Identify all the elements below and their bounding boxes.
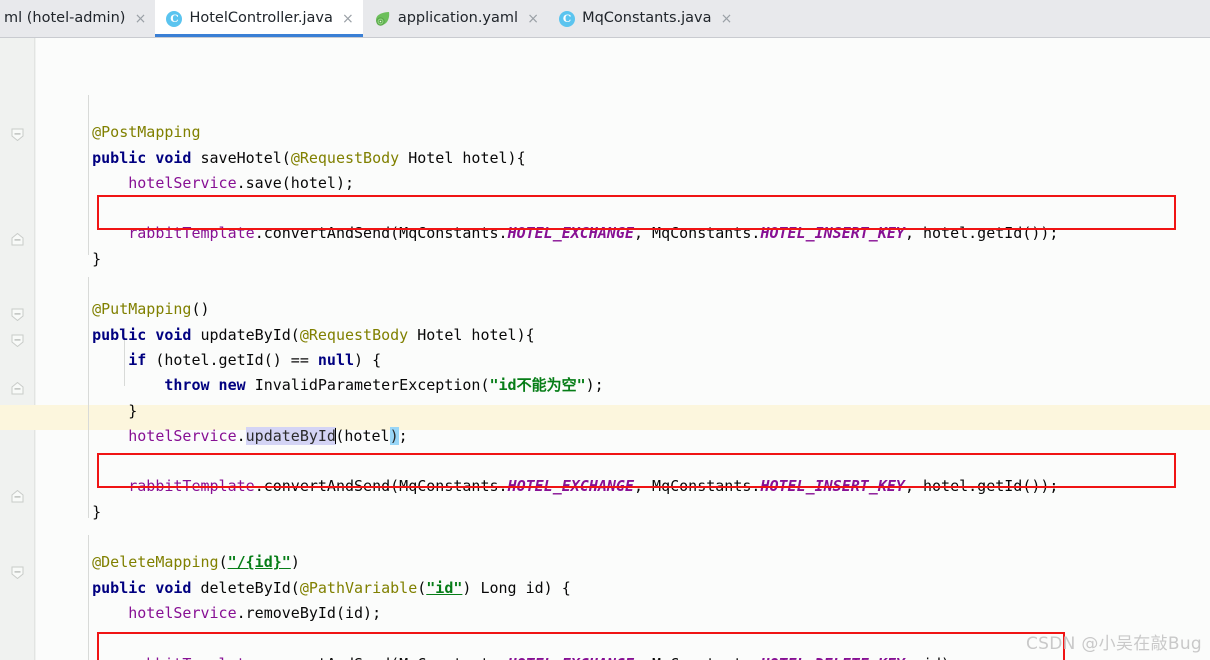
tab-application-yaml[interactable]: application.yaml × bbox=[362, 0, 549, 37]
code-line[interactable]: rabbitTemplate.convertAndSend(MqConstant… bbox=[56, 652, 1058, 660]
close-icon[interactable]: × bbox=[134, 12, 147, 26]
fold-expanded-start-icon[interactable] bbox=[11, 128, 24, 141]
code-line[interactable]: @PostMapping bbox=[56, 120, 1058, 145]
source-code[interactable]: @PostMapping public void saveHotel(@Requ… bbox=[36, 38, 1058, 660]
java-class-icon: C bbox=[166, 10, 183, 27]
code-line[interactable]: @DeleteMapping("/{id}") bbox=[56, 550, 1058, 575]
tab-mqconstants-java[interactable]: C MqConstants.java × bbox=[548, 0, 742, 37]
editor-tab-bar: ml (hotel-admin) × C HotelController.jav… bbox=[0, 0, 1210, 38]
code-line[interactable]: @PutMapping() bbox=[56, 297, 1058, 322]
close-icon[interactable]: × bbox=[342, 12, 354, 26]
tab-label: application.yaml bbox=[397, 10, 519, 27]
tab-label: ml (hotel-admin) bbox=[4, 10, 126, 27]
code-editor[interactable]: @PostMapping public void saveHotel(@Requ… bbox=[0, 38, 1210, 660]
code-line[interactable]: } bbox=[56, 247, 1058, 272]
code-line[interactable]: public void deleteById(@PathVariable("id… bbox=[56, 576, 1058, 601]
gutter-divider bbox=[34, 38, 35, 660]
code-line[interactable]: hotelService.removeById(id); bbox=[56, 601, 1058, 626]
code-line[interactable] bbox=[56, 272, 1058, 297]
fold-expanded-start-icon[interactable] bbox=[11, 308, 24, 321]
code-canvas[interactable]: @PostMapping public void saveHotel(@Requ… bbox=[0, 38, 1210, 660]
code-line[interactable]: rabbitTemplate.convertAndSend(MqConstant… bbox=[56, 474, 1058, 499]
code-line[interactable] bbox=[56, 626, 1058, 651]
close-icon[interactable]: × bbox=[721, 12, 733, 26]
code-line[interactable] bbox=[56, 196, 1058, 221]
java-class-icon: C bbox=[559, 10, 576, 27]
code-line[interactable]: public void updateById(@RequestBody Hote… bbox=[56, 323, 1058, 348]
code-line[interactable]: if (hotel.getId() == null) { bbox=[56, 348, 1058, 373]
tab-hotel-admin-pom[interactable]: ml (hotel-admin) × bbox=[0, 0, 156, 37]
fold-end-icon[interactable] bbox=[11, 490, 24, 503]
code-line[interactable]: rabbitTemplate.convertAndSend(MqConstant… bbox=[56, 221, 1058, 246]
code-line[interactable]: hotelService.save(hotel); bbox=[56, 171, 1058, 196]
editor-gutter[interactable] bbox=[0, 38, 36, 660]
code-line[interactable]: public void saveHotel(@RequestBody Hotel… bbox=[56, 146, 1058, 171]
tab-label: MqConstants.java bbox=[582, 10, 712, 27]
close-icon[interactable]: × bbox=[527, 12, 539, 26]
tab-label: HotelController.java bbox=[189, 10, 333, 27]
fold-expanded-start-icon[interactable] bbox=[11, 334, 24, 347]
code-line[interactable]: throw new InvalidParameterException("id不… bbox=[56, 373, 1058, 398]
code-line[interactable]: } bbox=[56, 500, 1058, 525]
fold-expanded-start-icon[interactable] bbox=[11, 566, 24, 579]
tab-hotelcontroller-java[interactable]: C HotelController.java × bbox=[155, 0, 364, 37]
code-line[interactable]: hotelService.updateById(hotel); bbox=[56, 424, 1058, 449]
code-line[interactable] bbox=[56, 449, 1058, 474]
code-line[interactable] bbox=[56, 525, 1058, 550]
fold-end-icon[interactable] bbox=[11, 233, 24, 246]
csdn-watermark: CSDN @小吴在敲Bug bbox=[1026, 634, 1202, 654]
code-line[interactable]: } bbox=[56, 399, 1058, 424]
fold-end-icon[interactable] bbox=[11, 382, 24, 395]
spring-leaf-icon bbox=[374, 11, 391, 27]
